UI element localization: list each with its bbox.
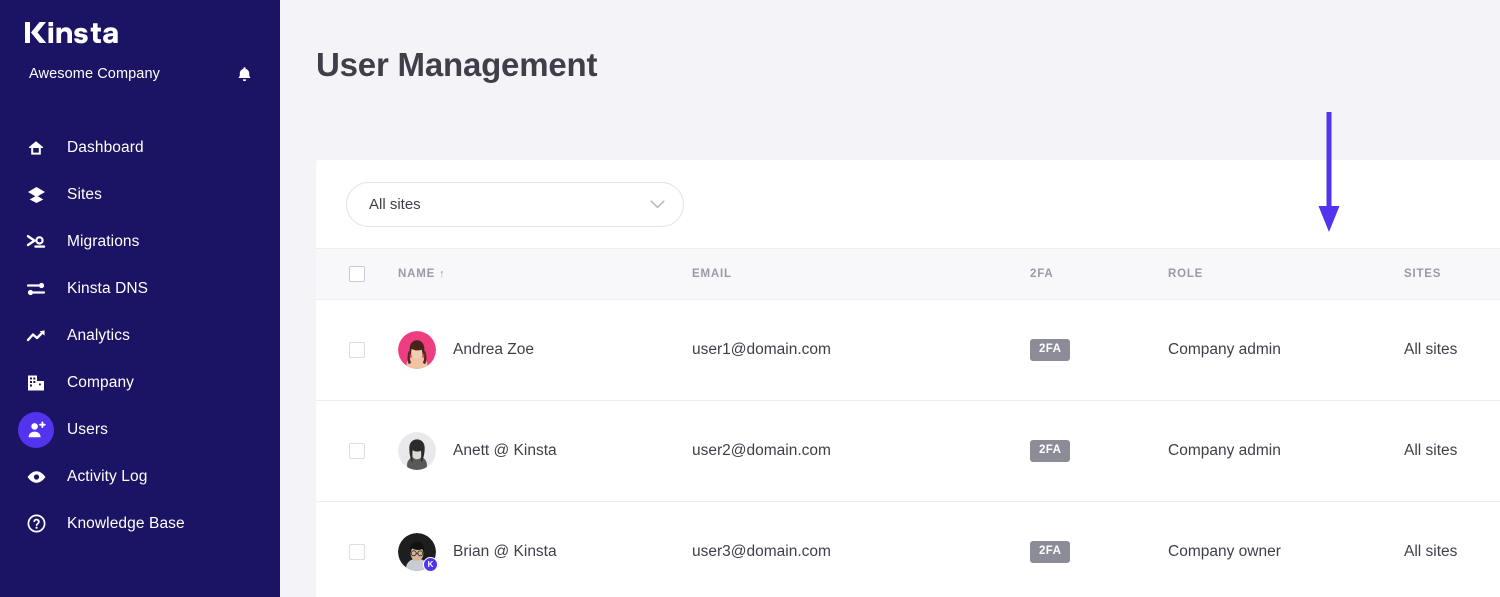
- column-header-role[interactable]: ROLE: [1168, 268, 1404, 280]
- user-2fa-cell: 2FA: [1030, 339, 1168, 361]
- sidebar-item-analytics[interactable]: Analytics: [0, 312, 280, 359]
- status-badge: 2FA: [1030, 339, 1070, 361]
- user-2fa-cell: 2FA: [1030, 440, 1168, 462]
- filter-bar: All sites: [316, 160, 1500, 248]
- eye-icon: [18, 459, 54, 495]
- user-role: Company owner: [1168, 543, 1404, 561]
- user-email: user1@domain.com: [692, 341, 1030, 359]
- trending-up-icon: [18, 318, 54, 354]
- company-header: Awesome Company: [0, 61, 280, 87]
- table-header-row: NAME ↑ EMAIL 2FA ROLE SITES: [316, 248, 1500, 300]
- sidebar-item-activity-log[interactable]: Activity Log: [0, 453, 280, 500]
- sidebar-item-users[interactable]: Users: [0, 406, 280, 453]
- home-icon: [18, 130, 54, 166]
- user-2fa-cell: 2FA: [1030, 541, 1168, 563]
- table-row[interactable]: Andrea Zoe user1@domain.com 2FA Company …: [316, 300, 1500, 401]
- row-select-cell: [316, 544, 398, 560]
- app-root: Awesome Company Dashboard Sites: [0, 0, 1500, 597]
- user-plus-icon: [18, 412, 54, 448]
- user-sites: All sites: [1404, 442, 1500, 460]
- user-name: Andrea Zoe: [453, 341, 534, 359]
- company-name: Awesome Company: [29, 66, 160, 82]
- user-email: user2@domain.com: [692, 442, 1030, 460]
- main-content: User Management All sites NAME: [280, 0, 1500, 597]
- sidebar-item-label: Analytics: [67, 327, 130, 345]
- user-name: Anett @ Kinsta: [453, 442, 557, 460]
- bell-icon[interactable]: [233, 63, 255, 85]
- sidebar-item-label: Dashboard: [67, 139, 144, 157]
- select-all-cell: [316, 266, 398, 282]
- sidebar-item-knowledge-base[interactable]: Knowledge Base: [0, 500, 280, 547]
- avatar: [398, 432, 436, 470]
- row-select-cell: [316, 342, 398, 358]
- sidebar-item-label: Company: [67, 374, 134, 392]
- kinsta-badge-icon: K: [423, 557, 438, 572]
- avatar-image: [398, 331, 436, 369]
- chevron-down-icon: [650, 200, 665, 209]
- column-header-name[interactable]: NAME ↑: [398, 268, 692, 280]
- user-name-cell: Anett @ Kinsta: [398, 432, 692, 470]
- page-title: User Management: [316, 46, 597, 84]
- row-select-cell: [316, 443, 398, 459]
- layers-icon: [18, 177, 54, 213]
- row-checkbox[interactable]: [349, 443, 365, 459]
- avatar: K: [398, 533, 436, 571]
- user-name-cell: K Brian @ Kinsta: [398, 533, 692, 571]
- user-name: Brian @ Kinsta: [453, 543, 557, 561]
- avatar: [398, 331, 436, 369]
- sidebar-item-label: Activity Log: [67, 468, 147, 486]
- user-sites: All sites: [1404, 341, 1500, 359]
- avatar-image: [398, 432, 436, 470]
- sidebar-item-label: Users: [67, 421, 108, 439]
- sidebar-item-company[interactable]: Company: [0, 359, 280, 406]
- user-name-cell: Andrea Zoe: [398, 331, 692, 369]
- kinsta-logo[interactable]: [25, 20, 123, 46]
- users-table: NAME ↑ EMAIL 2FA ROLE SITES: [316, 248, 1500, 597]
- sidebar-item-label: Knowledge Base: [67, 515, 185, 533]
- user-role: Company admin: [1168, 442, 1404, 460]
- user-email: user3@domain.com: [692, 543, 1030, 561]
- sidebar-item-sites[interactable]: Sites: [0, 171, 280, 218]
- site-filter-value: All sites: [369, 196, 421, 213]
- sidebar-item-label: Kinsta DNS: [67, 280, 148, 298]
- user-sites: All sites: [1404, 543, 1500, 561]
- sidebar-nav: Dashboard Sites Migrations: [0, 124, 280, 547]
- table-row[interactable]: K Brian @ Kinsta user3@domain.com 2FA Co…: [316, 502, 1500, 597]
- sidebar-item-label: Migrations: [67, 233, 140, 251]
- question-circle-icon: [18, 506, 54, 542]
- row-checkbox[interactable]: [349, 544, 365, 560]
- status-badge: 2FA: [1030, 541, 1070, 563]
- sidebar-item-migrations[interactable]: Migrations: [0, 218, 280, 265]
- status-badge: 2FA: [1030, 440, 1070, 462]
- site-filter-select[interactable]: All sites: [346, 182, 684, 227]
- column-header-email[interactable]: EMAIL: [692, 268, 1030, 280]
- users-card: All sites NAME ↑ EMAIL 2FA: [316, 160, 1500, 597]
- sidebar-item-dashboard[interactable]: Dashboard: [0, 124, 280, 171]
- column-header-2fa[interactable]: 2FA: [1030, 268, 1168, 280]
- dns-nodes-icon: [18, 271, 54, 307]
- table-row[interactable]: Anett @ Kinsta user2@domain.com 2FA Comp…: [316, 401, 1500, 502]
- building-icon: [18, 365, 54, 401]
- sidebar: Awesome Company Dashboard Sites: [0, 0, 280, 597]
- select-all-checkbox[interactable]: [349, 266, 365, 282]
- sidebar-item-label: Sites: [67, 186, 102, 204]
- row-checkbox[interactable]: [349, 342, 365, 358]
- column-header-name-label: NAME: [398, 268, 435, 280]
- wrench-icon: [18, 224, 54, 260]
- sort-ascending-icon: ↑: [439, 268, 445, 280]
- sidebar-item-kinsta-dns[interactable]: Kinsta DNS: [0, 265, 280, 312]
- user-role: Company admin: [1168, 341, 1404, 359]
- column-header-sites[interactable]: SITES: [1404, 268, 1500, 280]
